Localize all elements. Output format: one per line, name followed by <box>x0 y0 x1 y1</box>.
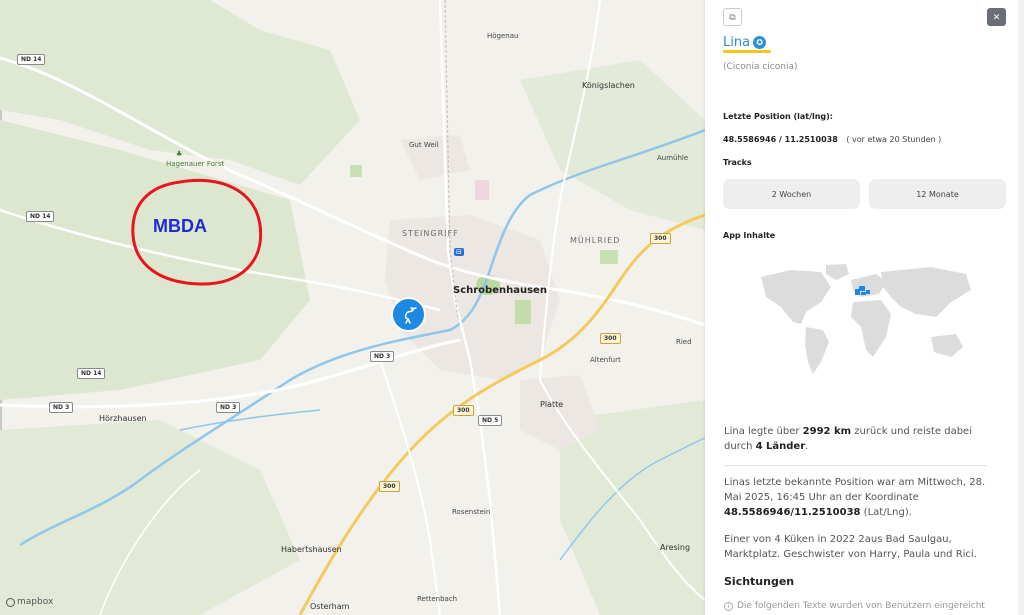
place-label: Ried <box>676 338 692 346</box>
close-button[interactable]: ✕ <box>987 8 1006 26</box>
copy-button[interactable]: ⧉ <box>723 8 742 26</box>
continent-africa <box>851 300 891 357</box>
place-label: Hagenauer Forst <box>166 160 225 168</box>
industrial-area <box>475 180 489 200</box>
panel-scrollbar[interactable] <box>1018 0 1024 615</box>
continent-north-america <box>761 270 831 324</box>
highlight-country <box>855 289 860 295</box>
last-known-position: Linas letzte bekannte Position war am Mi… <box>724 477 986 518</box>
park-area <box>515 300 531 324</box>
track-2-weeks-button[interactable]: 2 Wochen <box>723 179 860 209</box>
road-shield: 300 <box>379 481 400 492</box>
animal-origin: Einer von 4 Küken in 2022 2aus Bad Saulg… <box>724 534 977 560</box>
place-label: Aumühle <box>657 154 689 162</box>
continent-greenland <box>826 264 849 280</box>
time-ago: ( vor etwa 20 Stunden ) <box>846 135 942 144</box>
park-area <box>600 250 618 264</box>
road-shield: ND 3 <box>216 402 241 413</box>
train-station-icon: ⊟ <box>454 248 464 256</box>
continent-australia <box>931 334 963 357</box>
road-shield: ND 5 <box>478 415 503 426</box>
highlight-country <box>866 290 870 294</box>
place-label: Aresing <box>660 543 691 552</box>
coords-value: 48.5586946 / 11.2510038 <box>723 135 838 144</box>
place-label: Königslachen <box>582 81 635 90</box>
road-shield: 300 <box>453 405 474 416</box>
detail-panel: ⧉ ✕ Lina ✪ (Ciconia ciconia) Letzte Posi… <box>705 0 1024 615</box>
road-shield: ND 14 <box>26 211 55 222</box>
place-label: Rosenstein <box>452 508 491 516</box>
mapbox-attribution[interactable]: mapbox <box>6 597 53 607</box>
place-label: Platte <box>540 400 564 409</box>
sightings-heading: Sichtungen <box>724 575 795 588</box>
continent-south-america <box>805 327 829 374</box>
animal-name-text: Lina <box>723 35 751 50</box>
place-label: Högenau <box>487 32 519 40</box>
road-shield: ND 14 <box>77 368 106 379</box>
road-shield: 300 <box>650 233 671 244</box>
last-position: 48.5586946 / 11.2510038 ( vor etwa 20 St… <box>723 135 941 144</box>
road-shield: ND 3 <box>370 351 395 362</box>
mapbox-logo-icon <box>6 597 15 607</box>
info-icon: i <box>724 601 733 611</box>
map-base <box>0 0 705 615</box>
world-map <box>761 264 971 374</box>
mbda-annotation: MBDA <box>153 216 207 236</box>
place-label: Hörzhausen <box>99 414 147 423</box>
forest-icon: ♣ <box>176 150 183 158</box>
star-badge-icon: ✪ <box>753 36 767 49</box>
forest-area <box>0 420 300 615</box>
place-label: Altenfurt <box>590 356 621 364</box>
place-label: Osterham <box>310 602 350 611</box>
park-area <box>350 165 362 177</box>
latin-name: (Ciconia ciconia) <box>723 62 798 72</box>
tracks-label: Tracks <box>723 158 752 167</box>
sightings-note: i Die folgenden Texte wurden von Benutze… <box>724 601 985 611</box>
copy-icon: ⧉ <box>729 11 736 22</box>
last-position-label: Letzte Position (lat/lng): <box>723 112 834 121</box>
road-shield: ND 14 <box>17 54 46 65</box>
continent-asia <box>881 267 971 317</box>
district-label: STEINGRIFF <box>402 229 459 238</box>
place-label: Gut Weil <box>409 141 439 149</box>
app-content-label: App Inhalte <box>723 231 776 240</box>
track-12-months-button[interactable]: 12 Monate <box>869 179 1006 209</box>
road-shield: 300 <box>600 333 621 344</box>
name-underline <box>723 50 771 53</box>
place-label: Habertshausen <box>281 545 342 554</box>
city-label: Schrobenhausen <box>453 285 547 296</box>
divider <box>724 465 987 466</box>
stork-marker[interactable] <box>391 297 426 332</box>
highlight-country <box>861 292 866 295</box>
travel-summary: Lina legte über 2992 km zurück und reist… <box>724 426 972 452</box>
animal-name: Lina ✪ <box>723 35 767 50</box>
close-icon: ✕ <box>992 11 1001 22</box>
district-label: MÜHLRIED <box>570 236 621 245</box>
mapbox-text: mapbox <box>17 597 54 607</box>
map-view[interactable]: MBDA Högenau Königslachen ♣ Hagenauer Fo… <box>0 0 705 615</box>
stork-icon <box>404 306 417 324</box>
stream <box>179 409 321 431</box>
road-shield: ND 3 <box>49 402 74 413</box>
place-label: Rettenbach <box>417 595 458 603</box>
